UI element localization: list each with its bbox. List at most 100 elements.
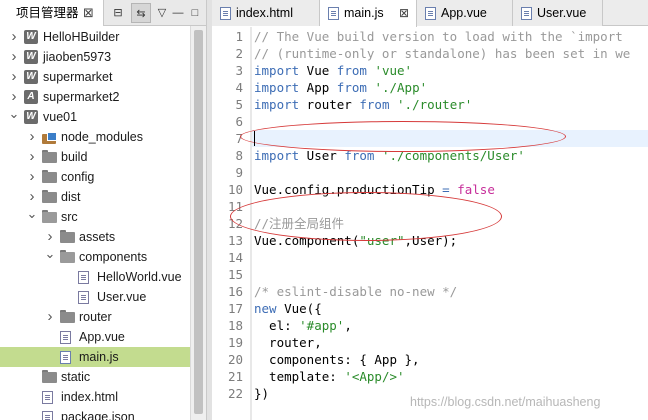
- chevron-right-icon[interactable]: ›: [44, 307, 56, 327]
- editor-tab[interactable]: App.vue: [417, 0, 513, 26]
- maximize-icon[interactable]: □: [185, 3, 205, 23]
- code-line[interactable]: template: '<App/>': [254, 368, 404, 385]
- close-icon[interactable]: ⊠: [399, 0, 409, 26]
- tree-item-label: index.html: [61, 390, 118, 404]
- code-token: /* eslint-disable no-new */: [254, 284, 458, 299]
- text-caret: [254, 131, 255, 146]
- code-token: './App': [374, 80, 428, 95]
- folder-icon: [60, 230, 75, 243]
- link-editor-icon[interactable]: ⇆: [131, 3, 151, 23]
- code-line[interactable]: router,: [254, 334, 322, 351]
- tree-item[interactable]: HelloWorld.vue: [0, 267, 190, 287]
- chevron-right-icon[interactable]: ›: [26, 147, 38, 167]
- tree-item[interactable]: › Wjiaoben5973: [0, 47, 190, 67]
- folder-open-icon: [60, 250, 75, 263]
- project-icon: A: [24, 90, 38, 104]
- file-icon: [220, 7, 231, 20]
- chevron-right-icon[interactable]: ›: [26, 127, 38, 147]
- tree-item[interactable]: › config: [0, 167, 190, 187]
- code-line[interactable]: /* eslint-disable no-new */: [254, 283, 457, 300]
- annotation-ellipse-component: [230, 192, 502, 241]
- tree-item-label: User.vue: [97, 290, 147, 304]
- code-line[interactable]: // (runtime-only or standalone) has been…: [254, 45, 630, 62]
- folder-icon: [60, 310, 75, 323]
- line-number: 15: [227, 267, 243, 282]
- file-icon: [78, 271, 89, 284]
- project-icon: W: [24, 30, 38, 44]
- code-token: Vue({: [276, 301, 322, 316]
- tree-item[interactable]: › node_modules: [0, 127, 190, 147]
- chevron-down-icon[interactable]: ⌄: [8, 107, 20, 127]
- tree-item-label: jiaoben5973: [43, 50, 112, 64]
- code-line[interactable]: import Vue from 'vue': [254, 62, 412, 79]
- code-token: './router': [397, 97, 473, 112]
- code-token: from: [359, 97, 390, 112]
- code-token: '#app': [299, 318, 345, 333]
- explorer-title: 项目管理器: [16, 6, 79, 20]
- tree-item[interactable]: ⌄ components: [0, 247, 190, 267]
- chevron-right-icon[interactable]: ›: [8, 87, 20, 107]
- code-line[interactable]: components: { App },: [254, 351, 420, 368]
- tree-item-label: HelloWorld.vue: [97, 270, 182, 284]
- tree-item-label: config: [61, 170, 95, 184]
- chevron-down-icon[interactable]: ⌄: [26, 207, 38, 227]
- chevron-right-icon[interactable]: ›: [44, 227, 56, 247]
- tree-scrollbar-thumb[interactable]: [194, 30, 203, 414]
- tree-item[interactable]: ⌄ src: [0, 207, 190, 227]
- code-line[interactable]: new Vue({: [254, 300, 322, 317]
- editor-tab[interactable]: main.js ⊠: [320, 0, 417, 27]
- annotation-ellipse-import: [240, 121, 566, 152]
- tree-item-label: vue01: [43, 110, 78, 124]
- chevron-right-icon[interactable]: ›: [26, 187, 38, 207]
- code-line[interactable]: el: '#app',: [254, 317, 352, 334]
- tree-item[interactable]: package.json: [0, 407, 190, 420]
- tree-item[interactable]: › assets: [0, 227, 190, 247]
- tree-item[interactable]: main.js: [0, 347, 190, 367]
- node-modules-icon: [42, 132, 58, 144]
- chevron-right-icon[interactable]: ›: [8, 27, 20, 47]
- editor-tab[interactable]: User.vue: [513, 0, 603, 26]
- line-number: 1: [235, 29, 243, 44]
- tree-item-label: supermarket: [43, 70, 113, 84]
- code-token: }): [254, 386, 270, 401]
- code-editor[interactable]: 1 2 3 4 5 6 7 8 9 10 11 12 13 14 15 16 17 18 19 20 21 22 // T…: [212, 27, 648, 420]
- chevron-right-icon[interactable]: ›: [8, 67, 20, 87]
- code-token: components: { App },: [254, 352, 420, 367]
- code-token: import: [254, 63, 300, 78]
- tree-scrollbar[interactable]: [190, 26, 206, 420]
- code-line[interactable]: import App from './App': [254, 79, 427, 96]
- editor-tab-label: User.vue: [537, 6, 587, 20]
- tree-item[interactable]: User.vue: [0, 287, 190, 307]
- code-line[interactable]: // The Vue build version to load with th…: [254, 28, 623, 45]
- tree-item-label: dist: [61, 190, 81, 204]
- tree-item[interactable]: ⌄ Wvue01: [0, 107, 190, 127]
- tree-item[interactable]: › build: [0, 147, 190, 167]
- tree-item[interactable]: index.html: [0, 387, 190, 407]
- file-icon: [78, 291, 89, 304]
- tree-item[interactable]: › Asupermarket2: [0, 87, 190, 107]
- editor-tab[interactable]: index.html: [212, 0, 320, 26]
- tree-item[interactable]: › W HelloHBuilder: [0, 27, 190, 47]
- line-number: 10: [227, 182, 243, 197]
- code-line[interactable]: import router from './router': [254, 96, 472, 113]
- file-icon: [425, 7, 436, 20]
- tree-item[interactable]: › router: [0, 307, 190, 327]
- code-line[interactable]: }): [254, 385, 269, 402]
- tree-item-label: App.vue: [79, 330, 125, 344]
- tree-item[interactable]: › Wsupermarket: [0, 67, 190, 87]
- tree-item-label: HelloHBuilder: [43, 30, 120, 44]
- chevron-down-icon[interactable]: ⌄: [44, 247, 56, 267]
- file-icon: [328, 7, 339, 20]
- tree-item[interactable]: App.vue: [0, 327, 190, 347]
- chevron-right-icon[interactable]: ›: [8, 47, 20, 67]
- code-token: from: [336, 80, 367, 95]
- folder-icon: [42, 170, 57, 183]
- tree-item[interactable]: › dist: [0, 187, 190, 207]
- tree-item[interactable]: static: [0, 367, 190, 387]
- chevron-right-icon[interactable]: ›: [26, 167, 38, 187]
- line-number: 6: [235, 114, 243, 129]
- close-icon[interactable]: ⊠: [83, 0, 94, 26]
- tree-item-label: router: [79, 310, 112, 324]
- explorer-tab[interactable]: 项目管理器 ⊠: [0, 0, 104, 26]
- collapse-all-icon[interactable]: ⊟: [108, 3, 128, 23]
